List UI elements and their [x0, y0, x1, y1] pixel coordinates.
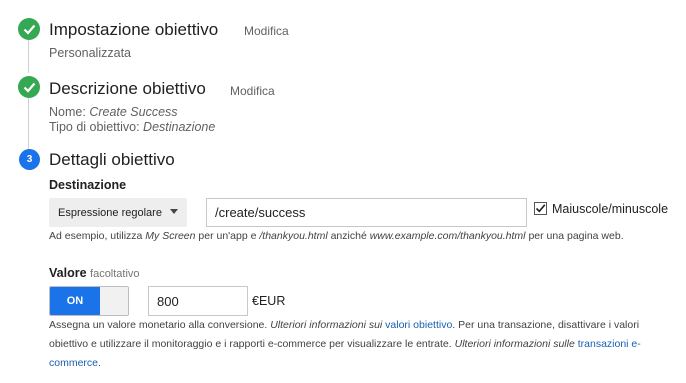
goal-type-label: Tipo di obiettivo:: [49, 120, 140, 134]
hint-text: per un'app e: [195, 230, 260, 242]
step-complete-check-icon: [18, 18, 40, 40]
toggle-on-label: ON: [50, 287, 100, 315]
description-text: .: [98, 357, 101, 369]
step-number-badge: 3: [19, 149, 40, 170]
hint-text: per una pagina web.: [525, 230, 624, 242]
step-title-goal-setup: Impostazione obiettivo: [49, 20, 219, 39]
edit-goal-description-link[interactable]: Modifica: [230, 84, 275, 98]
description-text: . Per una transazione, disattivare i val…: [452, 319, 640, 331]
match-type-dropdown[interactable]: Espressione regolare: [49, 198, 187, 227]
step-title-goal-description: Descrizione obiettivo: [49, 79, 206, 98]
step-connector: [28, 98, 29, 150]
description-text: obiettivo e utilizzare il monitoraggio e…: [49, 338, 455, 350]
ecommerce-transactions-link[interactable]: transazioni e-: [578, 338, 641, 350]
checkmark-icon: [535, 204, 546, 213]
goal-name-value: Create Success: [89, 105, 178, 119]
goal-name-line: Nome: Create Success: [49, 105, 178, 119]
match-type-value: Espressione regolare: [58, 206, 162, 219]
hint-example: /thankyou.html: [259, 230, 328, 242]
currency-label: €EUR: [252, 294, 286, 308]
step-title-goal-details: Dettagli obiettivo: [49, 150, 175, 169]
case-sensitive-label: Maiuscole/minuscole: [552, 202, 669, 216]
destination-hint: Ad esempio, utilizza My Screen per un'ap…: [49, 230, 624, 242]
hint-example: www.example.com/thankyou.html: [369, 230, 526, 242]
value-description-line-2: obiettivo e utilizzare il monitoraggio e…: [49, 335, 677, 354]
step-connector: [28, 39, 29, 73]
goal-setup-summary: Personalizzata: [49, 46, 131, 60]
value-label-line: Valore facoltativo: [49, 266, 140, 280]
destination-label: Destinazione: [49, 178, 127, 192]
case-sensitive-checkbox[interactable]: [534, 202, 547, 215]
value-label: Valore: [49, 266, 87, 280]
value-description-line-3: commerce.: [49, 354, 677, 373]
hint-text: anziché: [327, 230, 370, 242]
description-italic: Ulteriori informazioni sui: [270, 319, 386, 331]
toggle-knob: [101, 287, 128, 315]
goal-type-value: Destinazione: [143, 120, 216, 134]
step-complete-check-icon: [18, 76, 40, 98]
value-description-line-1: Assegna un valore monetario alla convers…: [49, 316, 677, 335]
hint-example: My Screen: [145, 230, 196, 242]
value-optional-label: facoltativo: [90, 268, 140, 280]
description-italic: Ulteriori informazioni sulle: [454, 338, 578, 350]
edit-goal-setup-link[interactable]: Modifica: [244, 24, 289, 38]
value-toggle[interactable]: ON: [49, 286, 129, 316]
value-amount-input[interactable]: [148, 286, 248, 316]
goal-name-label: Nome:: [49, 105, 86, 119]
description-text: Assegna un valore monetario alla convers…: [49, 319, 271, 331]
goal-values-link[interactable]: valori obiettivo: [385, 319, 452, 331]
destination-url-input[interactable]: [206, 198, 527, 227]
goal-type-line: Tipo di obiettivo: Destinazione: [49, 120, 215, 134]
chevron-down-icon: [170, 209, 178, 214]
hint-text: Ad esempio, utilizza: [49, 230, 146, 242]
ecommerce-transactions-link[interactable]: commerce: [49, 357, 98, 369]
